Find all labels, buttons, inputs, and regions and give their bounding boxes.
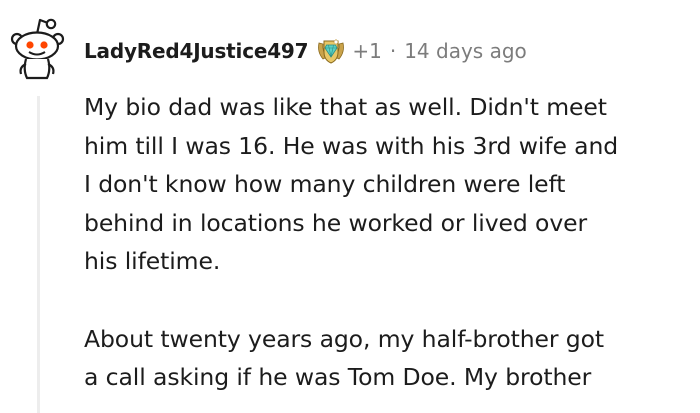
award-count: +1 — [352, 39, 382, 63]
comment: LadyRed4Justice497 +1 · 14 days ago My b… — [0, 0, 700, 413]
username-link[interactable]: LadyRed4Justice497 — [84, 39, 309, 63]
comment-timestamp[interactable]: 14 days ago — [404, 39, 527, 63]
comment-text-line: his lifetime. — [84, 247, 221, 276]
comment-paragraph: About twenty years ago, my half-brother … — [84, 320, 690, 397]
comment-text-line: My bio dad was like that as well. Didn't… — [84, 93, 607, 121]
comment-text-line: behind in locations he worked or lived o… — [84, 208, 588, 237]
comment-text-line: him till I was 16. He was with his 3rd w… — [84, 131, 619, 160]
comment-text-line: a call asking if he was Tom Doe. My brot… — [84, 363, 592, 392]
comment-text-line: I don't know how many children were left — [84, 170, 566, 199]
meta-separator: · — [389, 39, 397, 63]
thread-collapse-line[interactable] — [37, 96, 40, 413]
comment-text-line: About twenty years ago, my half-brother … — [84, 324, 605, 353]
award-badge-icon[interactable] — [316, 36, 346, 66]
snoo-avatar-icon[interactable] — [6, 12, 66, 82]
comment-header: LadyRed4Justice497 +1 · 14 days ago — [84, 34, 527, 68]
comment-body: My bio dad was like that as well. Didn't… — [84, 88, 690, 397]
comment-paragraph: My bio dad was like that as well. Didn't… — [84, 88, 690, 281]
